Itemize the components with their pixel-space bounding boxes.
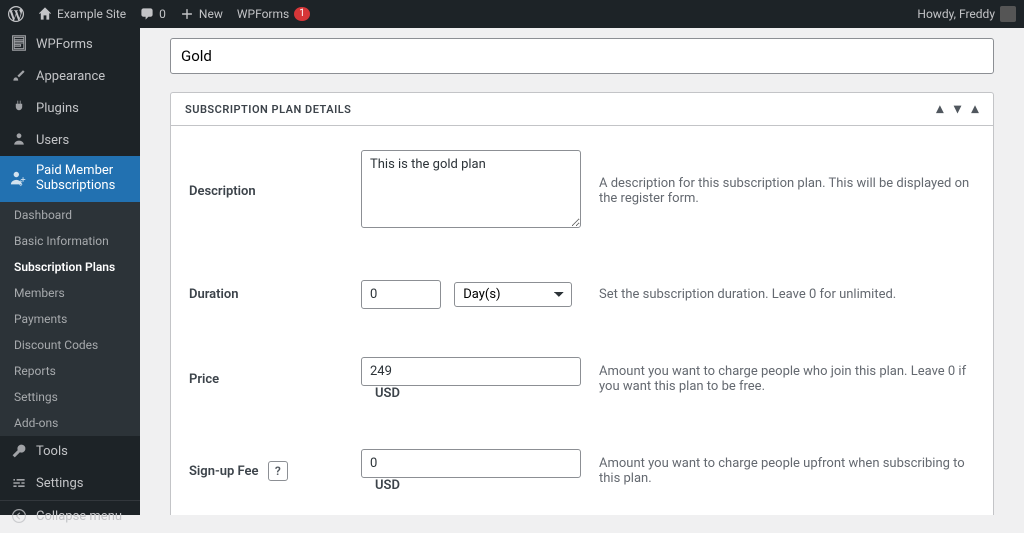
description-help: A description for this subscription plan… (599, 126, 993, 256)
home-icon (38, 7, 52, 21)
membership-icon: $ (10, 170, 28, 188)
sidebar-item-label: WPForms (36, 37, 93, 52)
sidebar-item-label: Paid Member Subscriptions (36, 164, 130, 194)
price-currency: USD (375, 386, 400, 401)
submenu-members[interactable]: Members (0, 280, 140, 306)
signup-fee-input[interactable] (361, 449, 581, 478)
plus-icon (180, 7, 194, 21)
plan-details-panel: SUBSCRIPTION PLAN DETAILS ▴ ▾ ▴ Descript… (170, 92, 994, 515)
sidebar-item-plugins[interactable]: Plugins (0, 92, 140, 124)
sidebar-item-settings[interactable]: Settings (0, 468, 140, 500)
plug-icon (10, 99, 28, 117)
description-label: Description (171, 126, 361, 256)
howdy-text: Howdy, Freddy (917, 7, 995, 21)
duration-help: Set the subscription duration. Leave 0 f… (599, 256, 993, 333)
submenu-dashboard[interactable]: Dashboard (0, 202, 140, 228)
new-label: New (199, 7, 223, 21)
price-input[interactable] (361, 357, 581, 386)
sidebar-item-label: Plugins (36, 101, 79, 116)
sliders-icon (10, 475, 28, 493)
avatar-icon (1000, 6, 1016, 22)
wpforms-notification-badge: 1 (294, 7, 310, 21)
submenu-basic-info[interactable]: Basic Information (0, 228, 140, 254)
collapse-label: Collapse menu (36, 509, 122, 524)
collapse-menu[interactable]: Collapse menu (0, 500, 140, 533)
sidebar-item-label: Settings (36, 476, 83, 491)
collapse-icon (10, 508, 28, 526)
duration-input[interactable] (361, 280, 441, 309)
panel-toggle[interactable]: ▴ (971, 101, 979, 117)
submenu-payments[interactable]: Payments (0, 306, 140, 332)
panel-move-down[interactable]: ▾ (954, 101, 962, 117)
sidebar-item-label: Users (36, 133, 69, 148)
price-label: Price (171, 333, 361, 425)
plan-title-input[interactable] (170, 38, 994, 74)
comments-count: 0 (159, 7, 166, 21)
price-help: Amount you want to charge people who joi… (599, 333, 993, 425)
sidebar-item-users[interactable]: Users (0, 124, 140, 156)
description-input[interactable] (361, 150, 581, 228)
submenu-reports[interactable]: Reports (0, 358, 140, 384)
duration-unit-select[interactable]: Day(s) (454, 282, 572, 307)
signup-fee-help: Amount you want to charge people upfront… (599, 425, 993, 515)
panel-move-up[interactable]: ▴ (936, 101, 944, 117)
wpforms-label: WPForms (237, 7, 289, 21)
site-link[interactable]: Example Site (38, 7, 126, 21)
sidebar-item-label: Appearance (36, 69, 105, 84)
user-greeting[interactable]: Howdy, Freddy (917, 6, 1016, 22)
sidebar-item-pms[interactable]: $ Paid Member Subscriptions (0, 156, 140, 202)
wp-logo[interactable] (8, 6, 24, 22)
sidebar-item-appearance[interactable]: Appearance (0, 60, 140, 92)
wpforms-adminbar[interactable]: WPForms 1 (237, 7, 310, 21)
pms-submenu: Dashboard Basic Information Subscription… (0, 202, 140, 436)
submenu-discount-codes[interactable]: Discount Codes (0, 332, 140, 358)
signup-fee-currency: USD (375, 478, 400, 493)
user-icon (10, 131, 28, 149)
sidebar-item-wpforms[interactable]: WPForms (0, 28, 140, 60)
wp-admin-bar: Example Site 0 New WPForms 1 Howdy, Fred… (0, 0, 1024, 28)
admin-sidebar: WPForms Appearance Plugins Users $ Paid … (0, 28, 140, 515)
comments-link[interactable]: 0 (140, 7, 166, 21)
wpforms-icon (10, 35, 28, 53)
brush-icon (10, 67, 28, 85)
sidebar-item-tools[interactable]: Tools (0, 436, 140, 468)
panel-heading: SUBSCRIPTION PLAN DETAILS (185, 103, 351, 116)
duration-label: Duration (171, 256, 361, 333)
comment-icon (140, 7, 154, 21)
site-name: Example Site (57, 7, 126, 21)
signup-fee-label: Sign-up Fee (189, 464, 259, 479)
submenu-subscription-plans[interactable]: Subscription Plans (0, 254, 140, 280)
editor-content: SUBSCRIPTION PLAN DETAILS ▴ ▾ ▴ Descript… (140, 28, 1024, 515)
wrench-icon (10, 443, 28, 461)
signup-fee-help-icon[interactable]: ? (268, 461, 288, 481)
new-link[interactable]: New (180, 7, 223, 21)
submenu-addons[interactable]: Add-ons (0, 410, 140, 436)
sidebar-item-label: Tools (36, 444, 68, 459)
svg-text:$: $ (19, 179, 23, 187)
submenu-settings[interactable]: Settings (0, 384, 140, 410)
